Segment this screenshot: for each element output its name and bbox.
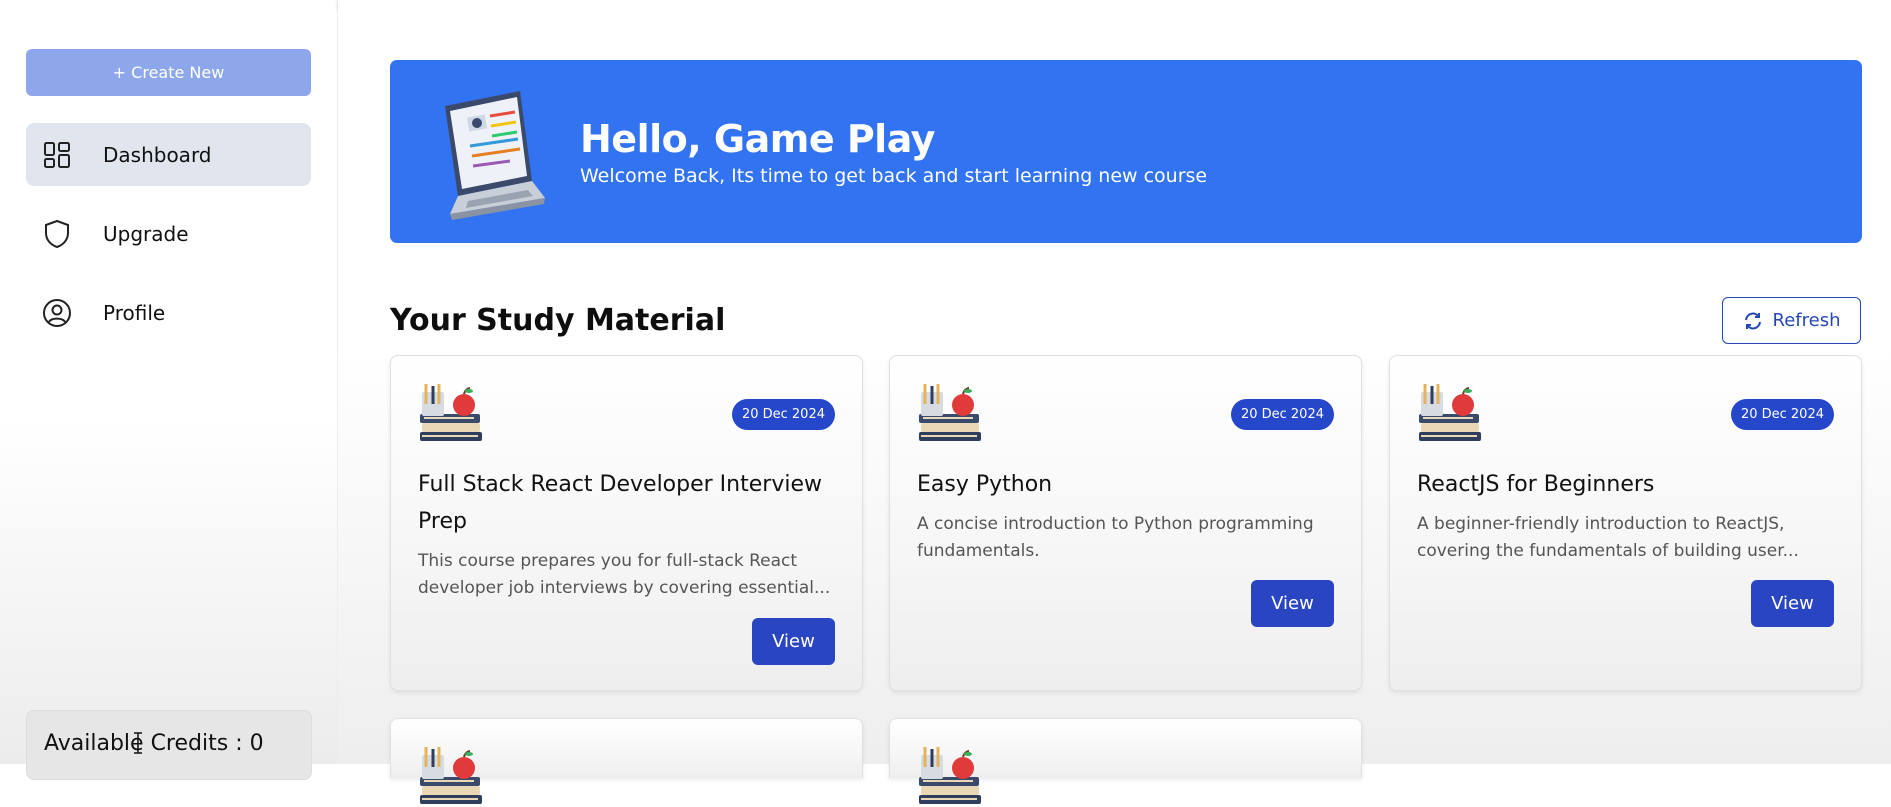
course-thumbnail-icon bbox=[418, 384, 484, 443]
sidebar: + Create New Dashboard Upgrade Profile A… bbox=[0, 0, 338, 780]
refresh-button[interactable]: Refresh bbox=[1722, 297, 1861, 344]
date-badge: 20 Dec 2024 bbox=[1230, 399, 1334, 430]
course-card: 20 Dec 2024 ReactJS for Beginners A begi… bbox=[1389, 355, 1862, 691]
sidebar-item-label: Upgrade bbox=[103, 221, 189, 246]
course-description: A concise introduction to Python program… bbox=[917, 514, 1314, 561]
shield-icon bbox=[41, 218, 73, 250]
course-card-partial bbox=[390, 718, 863, 806]
course-thumbnail-icon bbox=[1417, 384, 1483, 443]
refresh-label: Refresh bbox=[1772, 310, 1841, 331]
course-description: A beginner-friendly introduction to Reac… bbox=[1417, 514, 1799, 561]
course-title: Easy Python bbox=[917, 472, 1053, 497]
view-button[interactable]: View bbox=[1751, 580, 1834, 627]
sidebar-item-dashboard[interactable]: Dashboard bbox=[26, 123, 311, 186]
laptop-illustration bbox=[445, 91, 545, 220]
date-badge: 20 Dec 2024 bbox=[731, 399, 835, 430]
course-title: ReactJS for Beginners bbox=[1417, 472, 1655, 497]
text-cursor-icon bbox=[134, 732, 142, 754]
course-thumbnail-icon bbox=[917, 384, 983, 443]
course-title: Full Stack React Developer Interview Pre… bbox=[418, 472, 822, 534]
course-card: 20 Dec 2024 Easy Python A concise introd… bbox=[889, 355, 1362, 691]
sidebar-item-profile[interactable]: Profile bbox=[26, 281, 311, 344]
course-thumbnail-icon bbox=[418, 747, 484, 806]
credits-label: Available Credits : 0 bbox=[44, 731, 264, 756]
welcome-banner: Hello, Game Play Welcome Back, Its time … bbox=[390, 60, 1862, 243]
user-circle-icon bbox=[41, 297, 73, 329]
sidebar-item-label: Profile bbox=[103, 300, 166, 325]
dashboard-icon bbox=[41, 139, 73, 171]
refresh-icon bbox=[1744, 312, 1761, 329]
course-card-partial bbox=[889, 718, 1362, 806]
course-card: 20 Dec 2024 Full Stack React Developer I… bbox=[390, 355, 863, 691]
credits-panel: Available Credits : 0 bbox=[26, 710, 312, 780]
date-badge: 20 Dec 2024 bbox=[1730, 399, 1834, 430]
sidebar-item-upgrade[interactable]: Upgrade bbox=[26, 202, 311, 265]
course-description: This course prepares you for full-stack … bbox=[418, 551, 831, 598]
course-thumbnail-icon bbox=[917, 747, 983, 806]
view-button[interactable]: View bbox=[752, 618, 835, 665]
section-title: Your Study Material bbox=[390, 303, 726, 338]
top-bar bbox=[338, 0, 1891, 8]
banner-title: Hello, Game Play bbox=[580, 117, 935, 161]
view-button[interactable]: View bbox=[1251, 580, 1334, 627]
sidebar-item-label: Dashboard bbox=[103, 142, 212, 167]
banner-subtitle: Welcome Back, Its time to get back and s… bbox=[580, 165, 1208, 187]
create-new-button[interactable]: + Create New bbox=[26, 49, 311, 96]
